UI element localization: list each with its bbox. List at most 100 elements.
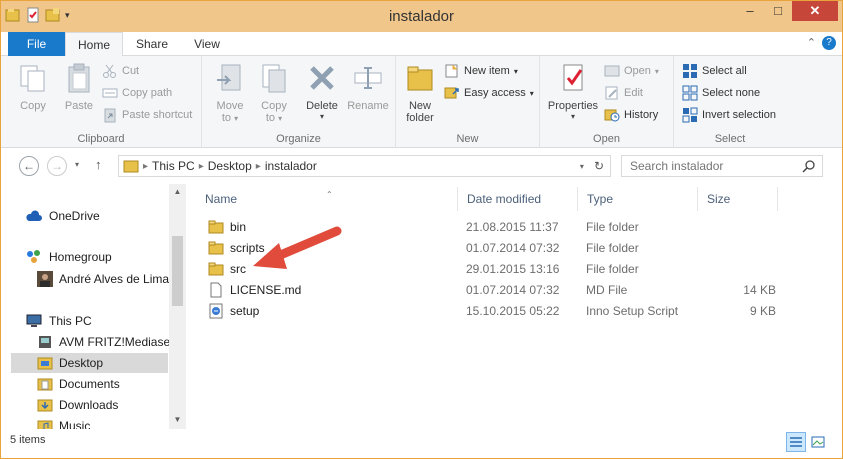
column-header-size[interactable]: Size [698,187,778,211]
navigation-bar: ← → ▾ ↑ ▸ This PC ▸ Desktop ▸ instalador… [1,148,842,184]
nav-item-thispc[interactable]: This PC [25,311,92,331]
address-dropdown-button[interactable]: ▾ [580,162,584,171]
window-controls: – □ ✕ [736,1,838,21]
chevron-down-icon[interactable]: ⌃ [807,36,816,50]
column-size-label: Size [707,192,731,206]
recent-locations-button[interactable]: ▾ [75,160,79,169]
refresh-button[interactable]: ↻ [594,159,604,173]
copy-to-label-2: to [265,112,276,124]
file-type: File folder [586,262,639,276]
table-row[interactable]: setup 15.10.2015 05:22 Inno Setup Script… [201,300,781,321]
properties-button[interactable]: Properties ▾ [544,62,602,121]
chevron-down-icon: ▾ [75,160,80,169]
table-row[interactable]: LICENSE.md 01.07.2014 07:32 MD File 14 K… [201,279,781,300]
large-icons-view-button[interactable] [808,432,828,452]
chevron-down-icon: ▾ [234,114,239,123]
new-item-label: New item [464,65,510,77]
column-header-name[interactable]: ⌃ Name [196,187,458,211]
item-count: 5 items [10,434,46,446]
file-date: 29.01.2015 13:16 [466,262,560,276]
paste-button[interactable]: Paste [57,62,101,112]
address-bar[interactable]: ▸ This PC ▸ Desktop ▸ instalador ▾ ↻ [118,155,611,177]
nav-item-desktop[interactable]: Desktop [11,353,168,373]
file-size: 14 KB [743,283,776,297]
nav-label-homegroup: Homegroup [49,250,112,264]
chevron-down-icon: ▾ [570,112,575,121]
easy-access-button[interactable]: Easy access ▾ [444,84,534,102]
arrow-up-icon: ↑ [95,157,102,172]
organize-group: Move to ▾ Copy to ▾ Delete ▾ Rename Orga… [202,56,396,148]
column-header-type[interactable]: Type [578,187,698,211]
chevron-down-icon: ▾ [579,161,584,171]
refresh-icon: ↻ [593,159,604,173]
nav-item-mediaserver[interactable]: AVM FRITZ!Mediaser [37,332,174,352]
invert-selection-button[interactable]: Invert selection [682,106,776,124]
details-view-button[interactable] [786,432,806,452]
history-button[interactable]: History [604,106,658,124]
cut-button[interactable]: Cut [102,62,139,80]
edit-button[interactable]: Edit [604,84,643,102]
column-name-label: Name [205,192,238,206]
new-group-label: New [456,133,479,145]
media-server-icon [39,336,51,348]
select-all-button[interactable]: Select all [682,62,747,80]
select-none-label: Select none [702,87,761,99]
select-group: Select all Select none Invert selection … [674,56,786,148]
help-icon[interactable]: ? [822,36,836,50]
navigation-pane: OneDrive Homegroup André Alves de Lima T… [1,184,186,429]
breadcrumb-instalador[interactable]: instalador [265,159,317,173]
documents-folder-icon [37,378,53,391]
nav-item-downloads[interactable]: Downloads [37,395,118,415]
scroll-down-icon[interactable]: ▼ [169,415,186,424]
scrollbar-thumb[interactable] [172,236,183,306]
delete-button[interactable]: Delete ▾ [300,62,344,121]
avatar [37,271,53,287]
nav-item-homegroup[interactable]: Homegroup [25,247,112,267]
open-button[interactable]: Open ▾ [604,62,659,80]
select-none-button[interactable]: Select none [682,84,760,102]
ribbon: Copy Paste Cut Copy path Paste shortcut … [1,56,842,148]
folder-icon [208,262,224,276]
new-item-button[interactable]: New item ▾ [444,62,518,80]
search-input[interactable] [622,156,797,176]
copy-to-button[interactable]: Copy to ▾ [254,62,294,124]
copy-to-label-1: Copy [261,100,287,112]
delete-label: Delete [306,100,338,112]
column-header-date[interactable]: Date modified [458,187,578,211]
nav-item-music[interactable]: Music [37,416,90,429]
forward-button[interactable]: → [47,156,67,176]
chevron-right-icon: ▸ [198,160,204,172]
paste-shortcut-button[interactable]: Paste shortcut [102,106,192,124]
explorer-window: ▾ instalador – □ ✕ File Home Share View … [0,0,843,459]
tab-share[interactable]: Share [125,32,179,56]
up-button[interactable]: ↑ [95,157,102,172]
back-button[interactable]: ← [19,156,39,176]
breadcrumb-thispc[interactable]: This PC [152,159,195,173]
nav-item-onedrive[interactable]: OneDrive [25,206,100,226]
maximize-button[interactable]: □ [764,1,792,21]
copy-path-button[interactable]: Copy path [102,84,172,102]
chevron-down-icon: ▾ [278,114,283,123]
new-folder-button[interactable]: New folder [400,62,440,124]
search-icon[interactable] [802,159,816,173]
tab-home[interactable]: Home [65,32,123,57]
scroll-up-icon[interactable]: ▲ [169,187,186,196]
breadcrumb-desktop[interactable]: Desktop [208,159,252,173]
copy-button[interactable]: Copy [13,62,53,112]
navigation-scrollbar[interactable]: ▲ ▼ [169,184,186,429]
desktop-folder-icon [37,357,53,370]
music-folder-icon [37,420,53,429]
minimize-button[interactable]: – [736,1,764,21]
nav-item-user[interactable]: André Alves de Lima [37,269,169,289]
move-to-label-1: Move [216,100,244,112]
tab-view[interactable]: View [181,32,233,56]
arrow-left-icon: ← [23,159,35,173]
tab-file[interactable]: File [8,32,65,56]
file-date: 21.08.2015 11:37 [466,220,559,234]
properties-label: Properties [547,100,599,112]
move-to-label-2: to [221,112,232,124]
nav-item-documents[interactable]: Documents [37,374,120,394]
rename-button[interactable]: Rename [346,62,390,112]
close-button[interactable]: ✕ [792,1,838,21]
move-to-button[interactable]: Move to ▾ [210,62,250,124]
